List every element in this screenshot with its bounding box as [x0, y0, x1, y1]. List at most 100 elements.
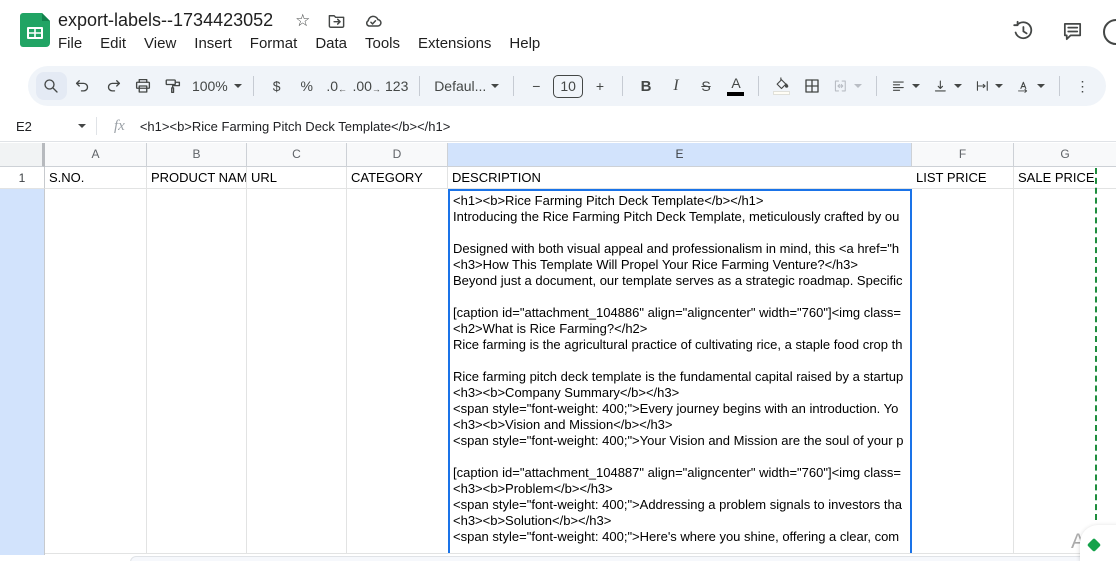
cell-e2-line: Introducing the Rice Farming Pitch Deck …	[453, 209, 900, 224]
column-header-a[interactable]: A	[45, 143, 147, 167]
menu-extensions[interactable]: Extensions	[409, 34, 500, 53]
menu-bar: File Edit View Insert Format Data Tools …	[49, 34, 549, 53]
cell-e2-line: <span style="font-weight: 400;">Every jo…	[453, 401, 899, 416]
toolbar-divider	[253, 76, 255, 96]
menu-edit[interactable]: Edit	[91, 34, 135, 53]
clipped-icon	[1103, 19, 1116, 45]
toolbar: 100% $ % .0 ← .00 → 123 Defaul... − 10 + B…	[28, 66, 1106, 106]
toolbar-divider	[512, 76, 514, 96]
select-all-corner[interactable]	[0, 143, 45, 167]
redo-icon[interactable]	[100, 72, 127, 100]
cell-e2-line: <h1><b>Rice Farming Pitch Deck Template<…	[453, 193, 764, 208]
cell-e1[interactable]: DESCRIPTION	[448, 167, 912, 189]
strikethrough-button[interactable]: S	[692, 72, 719, 100]
menu-help[interactable]: Help	[500, 34, 549, 53]
cell-e2-line: Beyond just a document, our template ser…	[453, 273, 903, 288]
document-title[interactable]: export-labels--1734423052	[58, 10, 273, 31]
grid-line	[146, 189, 147, 553]
italic-button[interactable]: I	[662, 72, 689, 100]
cell-f1[interactable]: LIST PRICE	[912, 167, 1014, 189]
decrease-font-size-button[interactable]: −	[523, 72, 550, 100]
fill-color-button[interactable]	[768, 72, 795, 100]
cell-e2-line: <h3><b>Problem</b></h3>	[453, 481, 613, 496]
more-options-icon[interactable]: ⋮	[1069, 72, 1096, 100]
assistant-widget[interactable]	[1080, 525, 1116, 561]
percent-format-button[interactable]: %	[293, 72, 320, 100]
name-box-caret-icon[interactable]	[78, 124, 86, 128]
cell-b1[interactable]: PRODUCT NAM	[147, 167, 247, 189]
cell-e2-line: <h3><b>Vision and Mission</b></h3>	[453, 417, 673, 432]
menu-view[interactable]: View	[135, 34, 185, 53]
decrease-decimal-button[interactable]: .0 ←	[323, 72, 350, 100]
grid-line	[346, 189, 347, 553]
menu-data[interactable]: Data	[306, 34, 356, 53]
merge-cells-button[interactable]	[828, 72, 867, 100]
column-header-f[interactable]: F	[912, 143, 1014, 167]
menu-tools[interactable]: Tools	[356, 34, 409, 53]
spreadsheet-grid: A B C D E F G 1 S.NO. PRODUCT NAM URL CA…	[0, 143, 1116, 561]
font-size-input[interactable]: 10	[552, 74, 584, 98]
bold-button[interactable]: B	[632, 72, 659, 100]
font-family-select[interactable]: Defaul...	[429, 72, 504, 100]
paint-format-icon[interactable]	[160, 72, 187, 100]
grid-line	[45, 553, 1116, 554]
range-boundary-dashed-line	[1095, 168, 1097, 520]
text-rotation-button[interactable]	[1011, 72, 1050, 100]
sheets-logo-icon[interactable]	[20, 13, 50, 52]
sheet-bar-edge	[130, 556, 1116, 561]
cell-e2-line	[453, 353, 912, 369]
cell-e2-line: [caption id="attachment_104887" align="a…	[453, 465, 901, 480]
increase-decimal-button[interactable]: .00 →	[352, 72, 380, 100]
column-header-d[interactable]: D	[347, 143, 448, 167]
cell-e2-line: <span style="font-weight: 400;">Your Vis…	[453, 433, 904, 448]
text-color-button[interactable]: A	[722, 72, 749, 100]
formula-bar-divider	[96, 117, 97, 135]
cell-e2-line: Designed with both visual appeal and pro…	[453, 241, 900, 256]
undo-icon[interactable]	[70, 72, 97, 100]
cell-e2-line: <span style="font-weight: 400;">Here's w…	[453, 529, 900, 544]
row-header-1[interactable]: 1	[0, 167, 45, 189]
formula-bar: E2 fx <h1><b>Rice Farming Pitch Deck Tem…	[0, 111, 1116, 142]
text-wrap-button[interactable]	[970, 72, 1009, 100]
grid-line	[246, 189, 247, 553]
version-history-icon[interactable]	[1011, 19, 1035, 43]
cell-d1[interactable]: CATEGORY	[347, 167, 448, 189]
cell-g1[interactable]: SALE PRICE	[1014, 167, 1116, 189]
column-header-b[interactable]: B	[147, 143, 247, 167]
grid-line	[1013, 189, 1014, 553]
formula-input[interactable]: <h1><b>Rice Farming Pitch Deck Template<…	[140, 119, 451, 134]
increase-font-size-button[interactable]: +	[586, 72, 613, 100]
horizontal-align-button[interactable]	[886, 72, 925, 100]
menu-format[interactable]: Format	[241, 34, 307, 53]
column-header-e[interactable]: E	[448, 143, 912, 167]
print-icon[interactable]	[130, 72, 157, 100]
cell-c1[interactable]: URL	[247, 167, 347, 189]
cell-a1[interactable]: S.NO.	[45, 167, 147, 189]
currency-format-button[interactable]: $	[263, 72, 290, 100]
cell-e2-line: Rice farming is the agricultural practic…	[453, 337, 903, 352]
menu-insert[interactable]: Insert	[185, 34, 241, 53]
top-bar: export-labels--1734423052 ☆ File Edit Vi…	[0, 0, 1116, 62]
toolbar-divider	[876, 76, 878, 96]
toolbar-divider	[1059, 76, 1060, 96]
name-box[interactable]: E2	[0, 119, 96, 134]
cell-e2[interactable]: <h1><b>Rice Farming Pitch Deck Template<…	[448, 189, 912, 553]
zoom-select[interactable]: 100%	[190, 72, 245, 100]
search-icon[interactable]	[36, 72, 67, 100]
row-header-2[interactable]	[0, 189, 45, 555]
borders-icon[interactable]	[798, 72, 825, 100]
vertical-align-button[interactable]	[928, 72, 967, 100]
cell-e2-line: <h3><b>Solution</b></h3>	[453, 513, 612, 528]
move-folder-icon[interactable]	[327, 11, 346, 30]
column-header-g[interactable]: G	[1014, 143, 1116, 167]
comments-icon[interactable]	[1061, 19, 1084, 43]
cell-e2-line: Rice farming pitch deck template is the …	[453, 369, 904, 384]
cell-e2-line: <h2>What is Rice Farming?</h2>	[453, 321, 648, 336]
toolbar-divider	[419, 76, 421, 96]
cloud-saved-icon[interactable]	[363, 11, 383, 31]
number-format-button[interactable]: 123	[383, 72, 410, 100]
column-header-c[interactable]: C	[247, 143, 347, 167]
fx-icon: fx	[114, 117, 125, 134]
star-icon[interactable]: ☆	[295, 12, 310, 29]
menu-file[interactable]: File	[49, 34, 91, 53]
